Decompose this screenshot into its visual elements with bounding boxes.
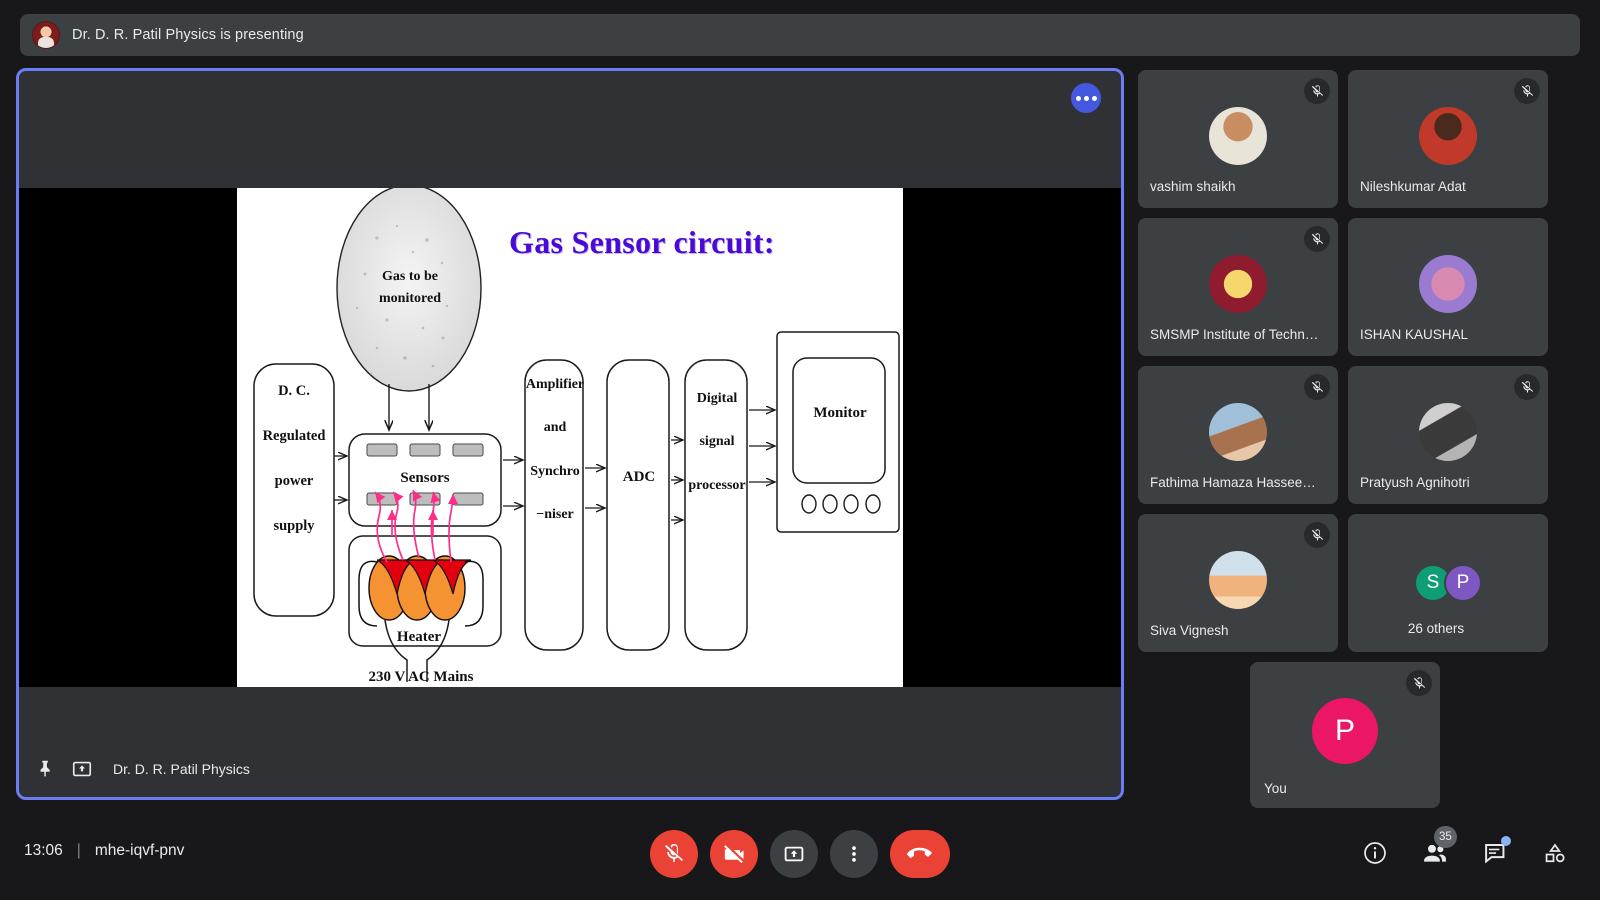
participant-tile[interactable]: SMSMP Institute of Techn… bbox=[1138, 218, 1338, 356]
participant-name: ISHAN KAUSHAL bbox=[1360, 327, 1469, 342]
slide-block-power-supply: D. C. Regulated power supply bbox=[262, 383, 326, 534]
self-name: You bbox=[1264, 781, 1287, 796]
mic-off-icon bbox=[1304, 226, 1330, 252]
participant-tile[interactable]: ISHAN KAUSHAL bbox=[1348, 218, 1548, 356]
slide-block-amplifier: Amplifier and Synchro −niser bbox=[525, 377, 585, 523]
camera-off-button[interactable] bbox=[710, 830, 758, 878]
participant-tile[interactable]: vashim shaikh bbox=[1138, 70, 1338, 208]
meta-separator: | bbox=[76, 842, 81, 859]
participant-name: Pratyush Agnihotri bbox=[1360, 475, 1470, 490]
activities-icon bbox=[1545, 843, 1565, 863]
meeting-meta: 13:06 | mhe-iqvf-pnv bbox=[24, 842, 184, 860]
mic-off-icon bbox=[1514, 78, 1540, 104]
present-now-button[interactable] bbox=[770, 830, 818, 878]
meeting-code: mhe-iqvf-pnv bbox=[94, 842, 185, 859]
microphone-off-button[interactable] bbox=[650, 830, 698, 878]
chat-unread-dot bbox=[1501, 836, 1511, 846]
self-avatar-initial: P bbox=[1312, 698, 1378, 765]
avatar bbox=[1209, 107, 1267, 165]
info-icon bbox=[1364, 842, 1386, 864]
avatar bbox=[1209, 255, 1267, 313]
slide-block-dsp: Digital signal processor bbox=[688, 391, 746, 493]
overflow-participants-tile[interactable]: S P 26 others bbox=[1348, 514, 1548, 652]
participant-rail: vashim shaikh Nileshkumar Adat SMSMP Ins… bbox=[1138, 70, 1588, 652]
participant-tile[interactable]: Pratyush Agnihotri bbox=[1348, 366, 1548, 504]
participant-name: SMSMP Institute of Techn… bbox=[1150, 327, 1319, 342]
self-view-tile[interactable]: P You bbox=[1250, 662, 1440, 808]
stage-presenter-name: Dr. D. R. Patil Physics bbox=[113, 761, 250, 777]
participant-tile[interactable]: Nileshkumar Adat bbox=[1348, 70, 1548, 208]
participant-name: Fathima Hamaza Hassee… bbox=[1150, 475, 1316, 490]
avatar bbox=[1419, 403, 1477, 461]
end-call-icon bbox=[907, 847, 932, 858]
overflow-avatar-initial: P bbox=[1444, 564, 1482, 602]
meeting-details-button[interactable] bbox=[1358, 836, 1392, 870]
participant-name: vashim shaikh bbox=[1150, 179, 1236, 194]
participant-tile[interactable]: Fathima Hamaza Hassee… bbox=[1138, 366, 1338, 504]
slide-block-gas: Gas to be monitored bbox=[379, 269, 441, 306]
more-options-icon[interactable] bbox=[1071, 83, 1101, 113]
mic-off-icon bbox=[665, 844, 683, 862]
participants-button[interactable]: 35 bbox=[1418, 826, 1457, 870]
call-controls bbox=[650, 830, 950, 878]
camera-off-icon bbox=[723, 844, 744, 863]
presenter-avatar-icon bbox=[32, 21, 60, 49]
slide-block-monitor: Monitor bbox=[813, 405, 867, 421]
kebab-menu-icon bbox=[852, 846, 856, 862]
bottom-bar: 13:06 | mhe-iqvf-pnv 35 bbox=[0, 812, 1600, 900]
participant-grid: vashim shaikh Nileshkumar Adat SMSMP Ins… bbox=[1138, 70, 1588, 652]
mic-off-icon bbox=[1406, 670, 1432, 696]
shared-screen-video: Gas Sensor circuit: Gas to be monitored … bbox=[19, 188, 1121, 687]
pin-icon[interactable] bbox=[35, 758, 57, 780]
leave-call-button[interactable] bbox=[890, 830, 950, 878]
presentation-stage[interactable]: Gas Sensor circuit: Gas to be monitored … bbox=[16, 68, 1124, 800]
avatar bbox=[1419, 107, 1477, 165]
slide-block-sensors: Sensors bbox=[400, 470, 450, 486]
participant-name: Siva Vignesh bbox=[1150, 623, 1229, 638]
more-options-button[interactable] bbox=[830, 830, 878, 878]
avatar bbox=[1419, 255, 1477, 313]
mic-off-icon bbox=[1304, 374, 1330, 400]
participant-tile[interactable]: Siva Vignesh bbox=[1138, 514, 1338, 652]
avatar bbox=[1209, 403, 1267, 461]
slide-block-adc: ADC bbox=[622, 469, 656, 485]
mic-off-icon bbox=[1304, 78, 1330, 104]
right-toolbar: 35 bbox=[1358, 826, 1572, 870]
present-icon bbox=[784, 846, 804, 862]
overflow-label: 26 others bbox=[1407, 621, 1465, 636]
activities-button[interactable] bbox=[1538, 836, 1572, 870]
participants-count-badge: 35 bbox=[1434, 826, 1457, 848]
avatar bbox=[1209, 551, 1267, 609]
present-screen-icon[interactable] bbox=[71, 758, 93, 780]
slide-gas-sensor-circuit: Gas Sensor circuit: Gas to be monitored … bbox=[237, 188, 903, 687]
google-meet-window: Dr. D. R. Patil Physics is presenting Ga… bbox=[0, 0, 1600, 900]
slide-block-mains: 230 V AC Mains bbox=[368, 669, 474, 685]
slide-block-heater: Heater bbox=[396, 629, 442, 645]
overflow-avatars: S P bbox=[1414, 564, 1482, 602]
meeting-time: 13:06 bbox=[24, 842, 63, 859]
participant-name: Nileshkumar Adat bbox=[1360, 179, 1466, 194]
mic-off-icon bbox=[1514, 374, 1540, 400]
stage-footer: Dr. D. R. Patil Physics bbox=[19, 741, 1121, 797]
presenting-banner: Dr. D. R. Patil Physics is presenting bbox=[20, 14, 1580, 56]
mic-off-icon bbox=[1304, 522, 1330, 548]
slide-title: Gas Sensor circuit: bbox=[509, 224, 775, 260]
chat-button[interactable] bbox=[1478, 836, 1512, 870]
presenting-banner-text: Dr. D. R. Patil Physics is presenting bbox=[72, 27, 304, 43]
